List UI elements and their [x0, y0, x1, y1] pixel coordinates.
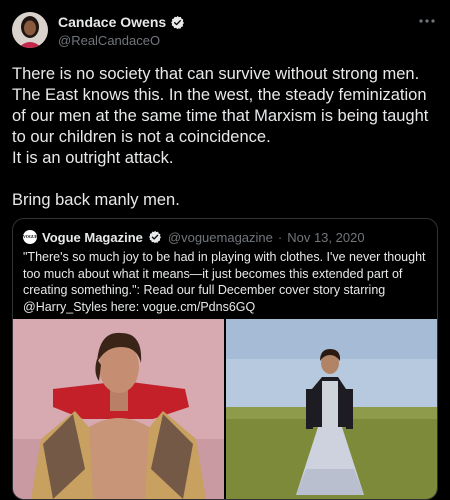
meta-separator: ·	[277, 229, 283, 245]
photo-right[interactable]	[226, 319, 437, 499]
quoted-media	[13, 319, 437, 499]
tweet-text: There is no society that can survive wit…	[12, 65, 429, 209]
verified-badge-icon	[148, 230, 163, 245]
quoted-author-name: Vogue Magazine	[42, 229, 143, 245]
quoted-author-handle: @voguemagazine	[167, 229, 273, 245]
verified-badge-icon	[170, 15, 185, 30]
tweet-header: Candace Owens @RealCandaceO	[12, 12, 438, 54]
author-names: Candace Owens @RealCandaceO	[58, 14, 185, 48]
author-handle[interactable]: @RealCandaceO	[58, 33, 185, 48]
avatar[interactable]	[12, 12, 48, 48]
quoted-avatar: VOGUE	[23, 230, 38, 244]
quoted-tweet-text: "There's so much joy to be had in playin…	[23, 250, 426, 314]
tweet: Candace Owens @RealCandaceO There is no …	[0, 0, 450, 500]
quoted-tweet-header: VOGUE Vogue Magazine @voguemagazine · No…	[23, 228, 427, 246]
photo-left[interactable]	[13, 319, 224, 499]
more-icon[interactable]	[416, 14, 438, 32]
author-display-name[interactable]: Candace Owens	[58, 14, 166, 30]
quoted-date: Nov 13, 2020	[287, 229, 365, 245]
quoted-tweet[interactable]: VOGUE Vogue Magazine @voguemagazine · No…	[12, 218, 438, 500]
author-display-name-row[interactable]: Candace Owens	[58, 14, 185, 30]
